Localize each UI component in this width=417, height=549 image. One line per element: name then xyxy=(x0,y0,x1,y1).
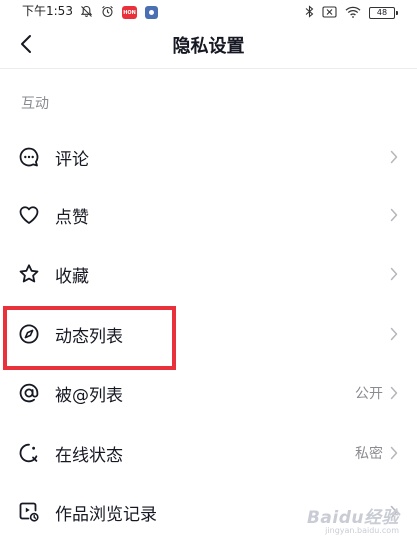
row-label: 作品浏览记录 xyxy=(55,504,157,525)
chevron-right-icon xyxy=(389,207,399,223)
row-label: 点赞 xyxy=(55,207,89,228)
chevron-right-icon xyxy=(389,149,399,165)
section-header: 互动 xyxy=(21,96,49,112)
row-label: 在线状态 xyxy=(55,445,123,466)
page-title: 隐私设置 xyxy=(172,36,245,57)
heart-icon xyxy=(17,203,41,227)
status-bar: 下午1:53 HON 48 xyxy=(0,0,417,20)
nav-bar: 隐私设置 xyxy=(0,20,417,68)
row-label: 动态列表 xyxy=(55,326,123,347)
settings-row-activity-list[interactable]: 动态列表 xyxy=(0,305,417,363)
row-value: 私密 xyxy=(355,446,383,462)
watermark: Baidu经验 jingyan.baidu.com xyxy=(307,503,399,535)
star-icon xyxy=(17,262,41,286)
battery-icon: 48 xyxy=(369,6,398,19)
row-value: 公开 xyxy=(355,386,383,402)
app-notification-icon-2 xyxy=(145,6,158,19)
status-time: 下午1:53 xyxy=(22,4,73,18)
chevron-right-icon xyxy=(389,266,399,282)
row-label: 被@列表 xyxy=(55,385,123,406)
online-status-icon xyxy=(17,441,41,465)
row-label: 评论 xyxy=(55,149,89,170)
chevron-right-icon xyxy=(389,326,399,342)
comment-icon xyxy=(17,145,41,169)
nav-divider xyxy=(0,68,417,69)
chevron-right-icon xyxy=(389,445,399,461)
settings-row-favorites[interactable]: 收藏 xyxy=(0,245,417,303)
view-history-icon xyxy=(17,500,41,524)
settings-row-online-status[interactable]: 在线状态 私密 xyxy=(0,424,417,482)
settings-row-likes[interactable]: 点赞 xyxy=(0,186,417,244)
compass-icon xyxy=(17,322,41,346)
app-notification-icon: HON xyxy=(122,6,137,19)
settings-row-mentions[interactable]: 被@列表 公开 xyxy=(0,364,417,422)
at-icon xyxy=(17,381,41,405)
watermark-logo: Baidu经验 xyxy=(306,508,399,528)
row-label: 收藏 xyxy=(55,266,89,287)
chevron-right-icon xyxy=(389,385,399,401)
settings-row-comments[interactable]: 评论 xyxy=(0,128,417,186)
